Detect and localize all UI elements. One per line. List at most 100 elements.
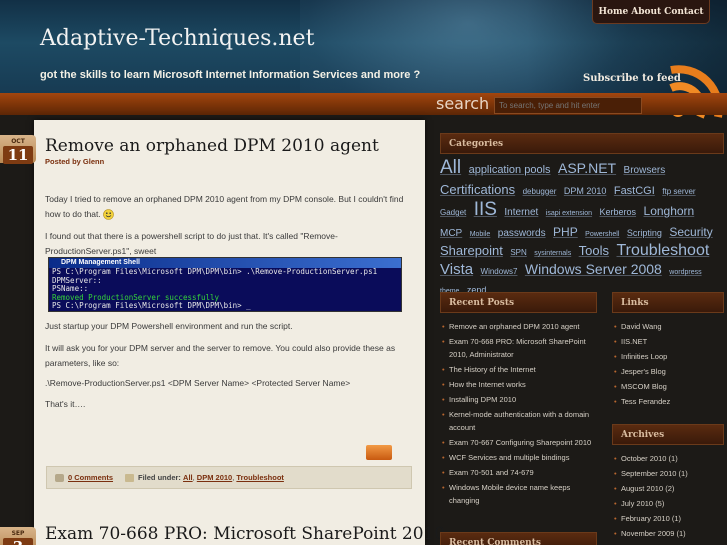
tag-link[interactable]: Vista xyxy=(440,261,473,278)
tag-link[interactable]: sysinternals xyxy=(534,250,571,257)
site-header: Adaptive-Techniques.net got the skills t… xyxy=(0,0,727,95)
recent-post-link[interactable]: Remove an orphaned DPM 2010 agent xyxy=(441,320,601,333)
tag-link[interactable]: FastCGI xyxy=(614,185,655,197)
tag-cloud: All application pools ASP.NET Browsers C… xyxy=(440,157,725,299)
folder-icon xyxy=(125,473,135,482)
post-paragraph-3: Just startup your DPM Powershell environ… xyxy=(45,321,293,331)
archive-link[interactable]: September 2010 (1) xyxy=(613,467,725,480)
tag-link[interactable]: application pools xyxy=(469,164,551,176)
tag-link[interactable]: Security xyxy=(669,225,712,239)
recent-post-link[interactable]: How the Internet works xyxy=(441,378,601,391)
recent-post-link[interactable]: The History of the Internet xyxy=(441,363,601,376)
post-month: SEP xyxy=(11,530,25,537)
tag-link[interactable]: Windows Server 2008 xyxy=(525,261,662,277)
tag-link[interactable]: MCP xyxy=(440,228,462,239)
comments-link[interactable]: 0 Comments xyxy=(68,473,113,482)
archives-heading: Archives xyxy=(612,424,724,445)
archive-link[interactable]: August 2010 (2) xyxy=(613,482,725,495)
console-line: DPMServer:: xyxy=(52,275,102,285)
tag-link[interactable]: Mobile xyxy=(470,231,491,238)
recent-post-link[interactable]: Kernel-mode authentication with a domain… xyxy=(441,408,601,434)
tag-link[interactable]: Gadget xyxy=(440,208,466,217)
archive-link[interactable]: February 2010 (1) xyxy=(613,512,725,525)
post-title[interactable]: Exam 70-668 PRO: Microsoft SharePoint 20… xyxy=(45,524,451,544)
rss-feed-icon[interactable] xyxy=(662,56,727,126)
tag-link[interactable]: Troubleshoot xyxy=(616,242,709,259)
post-day: 11 xyxy=(3,146,33,164)
tag-link[interactable]: PHP xyxy=(553,225,578,239)
tag-link[interactable]: Browsers xyxy=(624,165,666,176)
recent-post-link[interactable]: Installing DPM 2010 xyxy=(441,393,601,406)
top-nav: Home About Contact xyxy=(592,0,710,24)
tag-link[interactable]: All xyxy=(440,157,461,178)
smiley-icon xyxy=(103,209,114,221)
tag-link[interactable]: passwords xyxy=(498,228,546,239)
recent-post-link[interactable]: Exam 70-501 and 74-679 xyxy=(441,466,601,479)
blogroll-link[interactable]: Tess Ferandez xyxy=(613,395,725,408)
post-author: Posted by Glenn xyxy=(45,157,105,166)
post-meta-footer: 0 Comments Filed under: All, DPM 2010, T… xyxy=(46,466,412,489)
blogroll-link[interactable]: Jesper's Blog xyxy=(613,365,725,378)
tag-link[interactable]: isapi extension xyxy=(546,210,592,217)
post-paragraph-text: Today I tried to remove an orphaned DPM … xyxy=(45,194,404,219)
blogroll-link[interactable]: MSCOM Blog xyxy=(613,380,725,393)
tag-link[interactable]: ASP.NET xyxy=(558,160,616,176)
recent-post-link[interactable]: WCF Services and multiple bindings xyxy=(441,451,601,464)
tag-link[interactable]: Scripting xyxy=(627,228,662,238)
post-day: 3 xyxy=(3,538,33,545)
comment-icon xyxy=(55,473,64,482)
comment-feed-icon[interactable] xyxy=(366,445,392,460)
archive-link[interactable]: July 2010 (5) xyxy=(613,497,725,510)
category-link-troubleshoot[interactable]: Troubleshoot xyxy=(236,473,284,482)
site-tagline: got the skills to learn Microsoft Intern… xyxy=(40,69,421,81)
blogroll-link[interactable]: IIS.NET xyxy=(613,335,725,348)
tag-link[interactable]: Sharepoint xyxy=(440,243,503,258)
nav-about-link[interactable]: About xyxy=(631,7,661,17)
search-input[interactable] xyxy=(494,97,642,114)
categories-heading: Categories xyxy=(440,133,724,154)
recent-posts-heading: Recent Posts xyxy=(440,292,597,313)
post-paragraph-4: It will ask you for your DPM server and … xyxy=(45,343,396,368)
tag-link[interactable]: SPN xyxy=(510,248,526,257)
post-month: OCT xyxy=(11,138,25,145)
recent-post-link[interactable]: Exam 70-668 PRO: Microsoft SharePoint 20… xyxy=(441,335,601,361)
tag-link[interactable]: debugger xyxy=(523,187,557,196)
post-date-badge: SEP 3 xyxy=(0,527,36,545)
recent-comments-heading: Recent Comments xyxy=(440,532,597,545)
nav-contact-link[interactable]: Contact xyxy=(664,7,703,17)
tag-link[interactable]: Internet xyxy=(504,207,538,218)
filed-under-label: Filed under: xyxy=(138,473,181,482)
blogroll-link[interactable]: Infinities Loop xyxy=(613,350,725,363)
links-heading: Links xyxy=(612,292,724,313)
site-title[interactable]: Adaptive-Techniques.net xyxy=(40,26,314,51)
powershell-screenshot: DPM Management Shell PS C:\Program Files… xyxy=(48,257,402,312)
search-label: search xyxy=(436,94,490,113)
blogroll-link[interactable]: David Wang xyxy=(613,320,725,333)
nav-home-link[interactable]: Home xyxy=(598,7,628,17)
links-list: David Wang IIS.NET Infinities Loop Jespe… xyxy=(613,320,725,410)
post-paragraph-1: Today I tried to remove an orphaned DPM … xyxy=(45,192,415,222)
tag-link[interactable]: Certifications xyxy=(440,182,515,197)
post-paragraph-5: .\Remove-ProductionServer.ps1 <DPM Serve… xyxy=(45,378,351,388)
tag-link[interactable]: Kerberos xyxy=(600,207,637,217)
category-link-all[interactable]: All xyxy=(183,473,193,482)
post-paragraph-6: That's it…. xyxy=(45,399,86,409)
archive-link[interactable]: November 2009 (1) xyxy=(613,527,725,540)
archives-list: October 2010 (1) September 2010 (1) Augu… xyxy=(613,452,725,542)
tag-link[interactable]: Tools xyxy=(579,243,609,258)
recent-post-link[interactable]: Exam 70-667 Configuring Sharepoint 2010 xyxy=(441,436,601,449)
archive-link[interactable]: October 2010 (1) xyxy=(613,452,725,465)
recent-post-link[interactable]: Windows Mobile device name keeps changin… xyxy=(441,481,601,507)
tag-link[interactable]: IIS xyxy=(474,199,497,220)
tag-link[interactable]: Longhorn xyxy=(644,204,695,218)
console-line: PS C:\Program Files\Microsoft DPM\DPM\bi… xyxy=(52,301,251,310)
post-title[interactable]: Remove an orphaned DPM 2010 agent xyxy=(45,136,379,156)
tag-link[interactable]: Windows7 xyxy=(481,267,518,276)
console-line: PS C:\Program Files\Microsoft DPM\DPM\bi… xyxy=(52,267,378,276)
tag-link[interactable]: ftp server xyxy=(662,187,695,196)
recent-posts-list: Remove an orphaned DPM 2010 agent Exam 7… xyxy=(441,320,601,509)
tag-link[interactable]: Powershell xyxy=(585,231,619,238)
tag-link[interactable]: DPM 2010 xyxy=(564,186,607,196)
category-link-dpm[interactable]: DPM 2010 xyxy=(197,473,232,482)
post-paragraph-2: I found out that there is a powershell s… xyxy=(45,231,338,256)
